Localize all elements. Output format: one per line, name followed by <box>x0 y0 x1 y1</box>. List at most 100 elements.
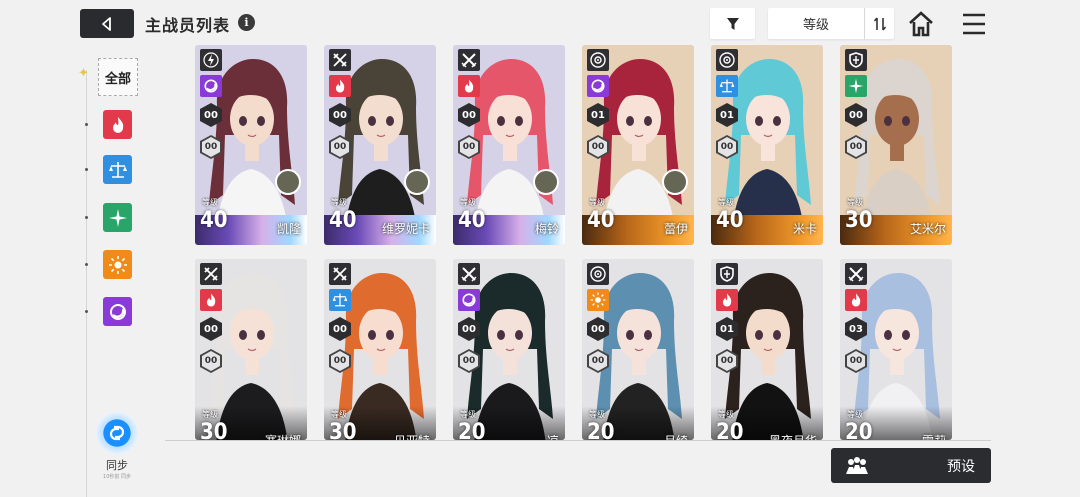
void-element-icon <box>587 75 609 97</box>
character-card[interactable]: 00 00 等级 40 梅铃 <box>453 45 565 245</box>
fire-element-icon <box>845 289 867 311</box>
level-value: 40 <box>587 208 615 233</box>
void-element-icon <box>109 303 126 320</box>
partner-avatar <box>404 169 430 195</box>
level-label: 等级 <box>589 410 605 419</box>
sidebar-dot <box>85 216 88 219</box>
character-name: 梅铃 <box>534 222 559 236</box>
menu-icon <box>963 13 985 35</box>
level-label: 等级 <box>847 198 863 207</box>
stat-badge-secondary: 00 <box>460 351 478 371</box>
level-value: 40 <box>716 208 744 233</box>
page-title: 主战员列表 <box>145 16 231 35</box>
fire-element-icon <box>112 116 123 133</box>
role-target-icon <box>587 49 609 71</box>
character-card[interactable]: 0000等级30贝亚特 <box>324 259 436 440</box>
level-value: 30 <box>845 208 873 233</box>
back-button[interactable] <box>80 9 134 38</box>
character-card[interactable]: 00 00 等级 40 凯隆 <box>195 45 307 245</box>
fire-element-icon <box>329 75 351 97</box>
balance-element-icon <box>716 75 738 97</box>
filter-element-balance[interactable] <box>103 155 132 184</box>
character-card[interactable]: 00 00 等级 40 维罗妮卡 <box>324 45 436 245</box>
sort-order-icon <box>873 16 886 31</box>
level-label: 等级 <box>331 198 347 207</box>
level-value: 20 <box>716 420 744 440</box>
character-name: 赛琳娜 <box>265 432 301 440</box>
preset-button[interactable]: 预设 <box>831 448 991 483</box>
role-swords-icon <box>458 49 480 71</box>
character-card[interactable]: 0000等级30赛琳娜 <box>195 259 307 440</box>
role-blades-icon <box>200 263 222 285</box>
sun-element-icon <box>587 289 609 311</box>
stat-badge-secondary: 00 <box>331 351 349 371</box>
level-label: 等级 <box>718 198 734 207</box>
level-value: 20 <box>458 420 486 440</box>
team-preset-icon <box>837 456 877 476</box>
sun-element-icon <box>108 255 127 274</box>
fire-element-icon <box>716 289 738 311</box>
level-label: 等级 <box>331 410 347 419</box>
role-blades-icon <box>329 49 351 71</box>
character-card[interactable]: 0100等级20黑夜月华 <box>711 259 823 440</box>
filter-element-void[interactable] <box>103 297 132 326</box>
wind-element-icon <box>108 208 127 227</box>
character-card[interactable]: 0300等级20雪莉 <box>840 259 952 440</box>
character-name: 凉 <box>547 432 559 440</box>
character-card[interactable]: 0000等级20凉 <box>453 259 565 440</box>
fire-element-icon <box>200 289 222 311</box>
fire-element-icon <box>458 75 480 97</box>
partner-avatar <box>533 169 559 195</box>
grid-divider <box>165 440 991 441</box>
stat-badge-secondary: 00 <box>847 137 865 157</box>
character-card[interactable]: 0000等级20月绮 <box>582 259 694 440</box>
role-swords-icon <box>845 263 867 285</box>
sidebar-dot <box>85 123 88 126</box>
sync-button[interactable]: 同步 10秒前 同步 <box>95 412 139 480</box>
preset-label: 预设 <box>947 458 975 475</box>
filter-element-wind[interactable] <box>103 203 132 232</box>
home-icon <box>909 11 933 37</box>
sync-label: 同步 <box>106 459 128 472</box>
level-label: 等级 <box>202 198 218 207</box>
stat-badge-secondary: 00 <box>202 351 220 371</box>
level-value: 40 <box>458 208 486 233</box>
character-card[interactable]: 01 00 等级 40 蕾伊 <box>582 45 694 245</box>
sync-timestamp: 10秒前 同步 <box>103 474 131 480</box>
sort-dropdown[interactable]: 等级 <box>768 8 894 39</box>
level-value: 30 <box>329 420 357 440</box>
wind-element-icon <box>845 75 867 97</box>
partner-avatar <box>662 169 688 195</box>
level-label: 等级 <box>202 410 218 419</box>
filter-funnel-icon <box>726 17 739 30</box>
role-swords-icon <box>458 263 480 285</box>
sort-order-toggle[interactable] <box>864 8 894 39</box>
level-value: 30 <box>200 420 228 440</box>
character-name: 艾米尔 <box>909 222 946 236</box>
sort-label: 等级 <box>802 18 829 33</box>
level-value: 40 <box>329 208 357 233</box>
character-name: 黑夜月华 <box>769 432 817 440</box>
role-target-icon <box>587 263 609 285</box>
character-card[interactable]: 00 00 等级 30 艾米尔 <box>840 45 952 245</box>
home-button[interactable] <box>906 9 936 39</box>
info-icon[interactable]: i <box>238 14 255 31</box>
filter-button[interactable] <box>710 8 755 39</box>
level-label: 等级 <box>718 410 734 419</box>
sidebar-dot <box>85 310 88 313</box>
filter-all-button[interactable]: 全部 <box>98 58 138 96</box>
stat-badge-secondary: 00 <box>589 137 607 157</box>
level-label: 等级 <box>460 198 476 207</box>
character-name: 维罗妮卡 <box>381 222 430 236</box>
filter-element-fire[interactable] <box>103 110 132 139</box>
void-element-icon <box>458 289 480 311</box>
sidebar-dot <box>85 263 88 266</box>
sidebar-divider <box>86 70 87 497</box>
menu-button[interactable] <box>961 11 987 37</box>
filter-element-sun[interactable] <box>103 250 132 279</box>
level-label: 等级 <box>847 410 863 419</box>
character-name: 雪莉 <box>922 432 946 440</box>
character-card[interactable]: 01 00 等级 40 米卡 <box>711 45 823 245</box>
level-label: 等级 <box>589 198 605 207</box>
character-name: 米卡 <box>792 222 817 236</box>
